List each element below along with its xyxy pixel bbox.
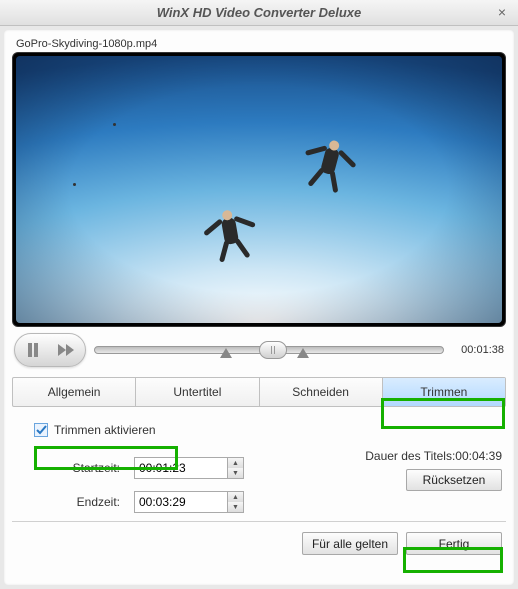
seek-bar[interactable] xyxy=(94,336,444,364)
video-preview[interactable] xyxy=(12,52,506,327)
start-spin-up[interactable]: ▲ xyxy=(228,458,243,468)
enable-trim-row[interactable]: Trimmen aktivieren xyxy=(32,421,496,439)
tab-general[interactable]: Allgemein xyxy=(13,378,136,406)
tab-bar: Allgemein Untertitel Schneiden Trimmen xyxy=(12,377,506,407)
current-time: 00:01:38 xyxy=(452,344,504,356)
enable-trim-label: Trimmen aktivieren xyxy=(54,423,156,437)
fast-forward-button[interactable] xyxy=(52,344,82,356)
done-button[interactable]: Fertig xyxy=(406,532,502,555)
tab-trim[interactable]: Trimmen xyxy=(383,378,505,406)
seek-thumb[interactable] xyxy=(259,341,287,359)
apply-all-button[interactable]: Für alle gelten xyxy=(302,532,398,555)
trim-end-marker[interactable] xyxy=(297,348,309,358)
tab-subtitle[interactable]: Untertitel xyxy=(136,378,259,406)
tab-crop[interactable]: Schneiden xyxy=(260,378,383,406)
trim-start-marker[interactable] xyxy=(220,348,232,358)
titlebar: WinX HD Video Converter Deluxe × xyxy=(0,0,518,26)
end-time-label: Endzeit: xyxy=(32,495,120,509)
duration-value: 00:04:39 xyxy=(455,449,502,463)
close-icon[interactable]: × xyxy=(494,4,510,20)
end-spin-up[interactable]: ▲ xyxy=(228,492,243,502)
start-time-label: Startzeit: xyxy=(32,461,120,475)
reset-button[interactable]: Rücksetzen xyxy=(406,469,502,491)
end-time-value: 00:03:29 xyxy=(139,495,186,509)
enable-trim-checkbox[interactable] xyxy=(34,423,48,437)
end-spin-down[interactable]: ▼ xyxy=(228,502,243,512)
start-spin-down[interactable]: ▼ xyxy=(228,468,243,478)
playback-controls xyxy=(14,333,86,367)
pause-button[interactable] xyxy=(18,343,48,357)
window-title: WinX HD Video Converter Deluxe xyxy=(157,5,362,20)
start-time-value: 00:01:23 xyxy=(139,461,186,475)
start-time-input[interactable]: 00:01:23 ▲ ▼ xyxy=(134,457,244,479)
filename-label: GoPro-Skydiving-1080p.mp4 xyxy=(12,36,506,52)
duration-label: Dauer des Titels: xyxy=(365,449,455,463)
end-time-input[interactable]: 00:03:29 ▲ ▼ xyxy=(134,491,244,513)
